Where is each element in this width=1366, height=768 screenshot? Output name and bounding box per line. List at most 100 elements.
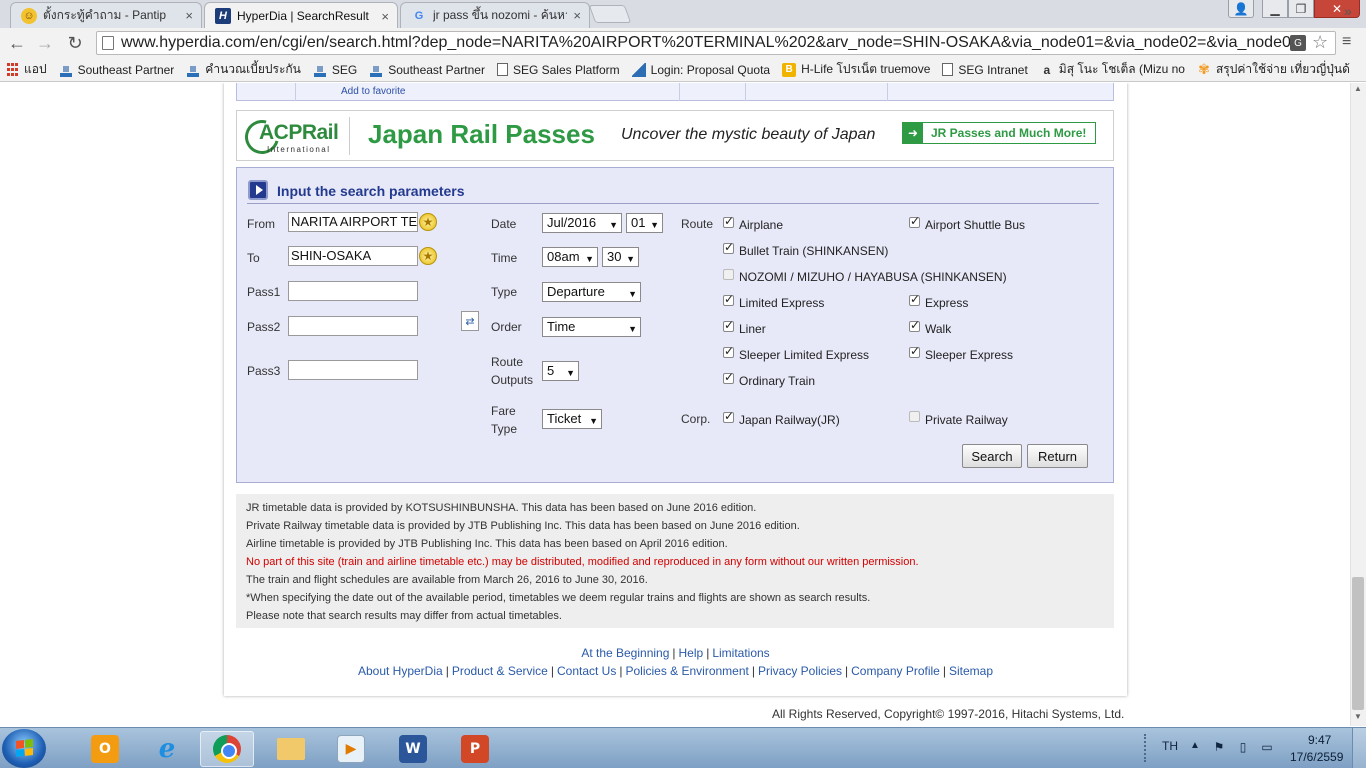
user-icon[interactable]: 👤	[1228, 0, 1254, 18]
network-icon[interactable]: ▭	[1260, 740, 1274, 754]
close-icon[interactable]: ×	[185, 8, 193, 23]
power-icon[interactable]: ▯	[1236, 740, 1250, 754]
time-hour-select[interactable]: 08am	[542, 247, 598, 267]
favorite-star-icon[interactable]: ★	[419, 247, 437, 265]
menu-icon[interactable]: ≡	[1342, 33, 1351, 51]
date-month-select[interactable]: Jul/2016	[542, 213, 622, 233]
bookmark-item[interactable]: Login: Proposal Quota	[631, 62, 770, 77]
order-select[interactable]: Time	[542, 317, 641, 337]
footer-link[interactable]: Sitemap	[949, 664, 993, 678]
url-text[interactable]: www.hyperdia.com/en/cgi/en/search.html?d…	[121, 34, 1291, 52]
footer-link[interactable]: Help	[679, 646, 704, 660]
scroll-up-icon[interactable]: ▲	[1350, 84, 1366, 98]
powerpoint-icon[interactable]: P	[448, 731, 502, 767]
pass3-input[interactable]	[288, 360, 418, 380]
to-input[interactable]: SHIN-OSAKA	[288, 246, 418, 266]
footer-link[interactable]: Contact Us	[557, 664, 616, 678]
limited-express-checkbox[interactable]	[723, 292, 734, 306]
footer-link[interactable]: Policies & Environment	[625, 664, 748, 678]
forward-icon[interactable]: →	[34, 32, 56, 54]
window-close-icon[interactable]: ✕	[1314, 0, 1360, 18]
from-label: From	[247, 217, 275, 231]
bookmark-item[interactable]: B H-Life โปรเน็ต truemove	[782, 60, 930, 79]
search-button[interactable]: Search	[962, 444, 1022, 468]
show-hidden-icons-icon[interactable]: ▲	[1190, 740, 1200, 751]
scroll-down-icon[interactable]: ▼	[1350, 712, 1366, 726]
walk-checkbox[interactable]	[909, 318, 920, 332]
acprail-banner[interactable]: ACPRail International Japan Rail Passes …	[236, 110, 1114, 161]
add-to-favorite-link[interactable]: Add to favorite	[341, 86, 405, 97]
sleeper-express-checkbox[interactable]	[909, 344, 920, 358]
tab-strip: ☺ ตั้งกระทู้คำถาม - Pantip × H HyperDia …	[0, 0, 1366, 29]
reload-icon[interactable]: ↻	[64, 32, 86, 54]
translate-icon[interactable]: G	[1290, 35, 1306, 51]
b-icon: B	[782, 62, 797, 77]
nozomi-checkbox[interactable]	[723, 269, 734, 280]
favorite-star-icon[interactable]: ★	[419, 213, 437, 231]
jr-passes-button[interactable]: ➜ JR Passes and Much More!	[902, 122, 1096, 144]
bookmark-item[interactable]: ✾ สรุปค่าใช้จ่าย เที่ยวญี่ปุ่นด้	[1197, 60, 1350, 79]
japan-railway-checkbox[interactable]	[723, 409, 734, 423]
route-outputs-select[interactable]: 5	[542, 361, 579, 381]
tab-pantip[interactable]: ☺ ตั้งกระทู้คำถาม - Pantip ×	[10, 2, 202, 28]
footer-link[interactable]: Product & Service	[452, 664, 548, 678]
media-player-icon[interactable]: ▶	[324, 731, 378, 767]
swap-stations-icon[interactable]: ⇄	[461, 311, 479, 331]
date-day-select[interactable]: 01	[626, 213, 663, 233]
bullet-train-checkbox[interactable]	[723, 240, 734, 254]
private-railway-checkbox[interactable]	[909, 411, 920, 422]
pass2-input[interactable]	[288, 316, 418, 336]
bookmark-label: แอป	[24, 62, 47, 76]
ordinary-train-checkbox[interactable]	[723, 370, 734, 384]
footer-link[interactable]: At the Beginning	[581, 646, 669, 660]
bookmark-item[interactable]: แอป	[6, 60, 47, 79]
footer-link[interactable]: Company Profile	[851, 664, 940, 678]
from-input[interactable]: NARITA AIRPORT TERMINAL 2	[288, 212, 418, 232]
internet-explorer-icon[interactable]: e	[140, 731, 194, 767]
link-separator: |	[706, 646, 710, 660]
close-icon[interactable]: ×	[573, 8, 581, 23]
start-button[interactable]	[2, 729, 46, 768]
airplane-checkbox[interactable]	[723, 214, 734, 228]
outlook-icon[interactable]: O	[78, 731, 132, 767]
express-checkbox[interactable]	[909, 292, 920, 306]
chevron-right-icon[interactable]: »	[1344, 3, 1352, 19]
airport-shuttle-checkbox[interactable]	[909, 214, 920, 228]
bookmark-star-icon[interactable]: ☆	[1312, 32, 1328, 53]
word-icon[interactable]: W	[386, 731, 440, 767]
language-indicator[interactable]: TH	[1162, 739, 1178, 753]
tab-google[interactable]: G jr pass ขึ้น nozomi - ค้นหาด้วย Google…	[400, 2, 590, 28]
clock-time[interactable]: 9:47	[1308, 733, 1331, 747]
scrollbar-thumb[interactable]	[1352, 577, 1364, 710]
footer-link[interactable]: Privacy Policies	[758, 664, 842, 678]
maximize-icon[interactable]: ❐	[1288, 0, 1314, 18]
back-icon[interactable]: ←	[6, 32, 28, 54]
bookmark-item[interactable]: Southeast Partner	[369, 62, 485, 77]
clock-date[interactable]: 17/6/2559	[1290, 750, 1343, 764]
show-desktop-button[interactable]	[1352, 728, 1366, 768]
route-outputs-label-1: Route	[491, 355, 524, 369]
close-icon[interactable]: ×	[381, 9, 389, 24]
liner-checkbox[interactable]	[723, 318, 734, 332]
address-bar[interactable]: www.hyperdia.com/en/cgi/en/search.html?d…	[96, 31, 1336, 55]
bookmark-item[interactable]: SEG	[312, 62, 357, 77]
minimize-icon[interactable]: ▁	[1262, 0, 1288, 18]
time-minute-select[interactable]: 30	[602, 247, 639, 267]
type-select[interactable]: Departure	[542, 282, 641, 302]
pass1-input[interactable]	[288, 281, 418, 301]
bookmark-item[interactable]: คำนวณเบี้ยประกัน	[186, 60, 301, 79]
bookmark-item[interactable]: SEG Intranet	[942, 63, 1028, 77]
bookmark-item[interactable]: SEG Sales Platform	[496, 63, 620, 77]
footer-link[interactable]: About HyperDia	[358, 664, 443, 678]
return-button[interactable]: Return	[1027, 444, 1088, 468]
footer-link[interactable]: Limitations	[712, 646, 769, 660]
new-tab-button[interactable]	[588, 5, 632, 23]
bookmark-item[interactable]: a มิสุ โนะ โชเต็ล (Mizu no	[1040, 60, 1185, 79]
file-explorer-icon[interactable]	[264, 731, 318, 767]
tab-hyperdia[interactable]: H HyperDia | SearchResult ×	[204, 2, 398, 29]
fare-type-select[interactable]: Ticket	[542, 409, 602, 429]
action-center-icon[interactable]: ⚑	[1212, 740, 1226, 754]
bookmark-item[interactable]: Southeast Partner	[58, 62, 174, 77]
sleeper-limited-express-checkbox[interactable]	[723, 344, 734, 358]
chrome-icon[interactable]	[200, 731, 254, 767]
